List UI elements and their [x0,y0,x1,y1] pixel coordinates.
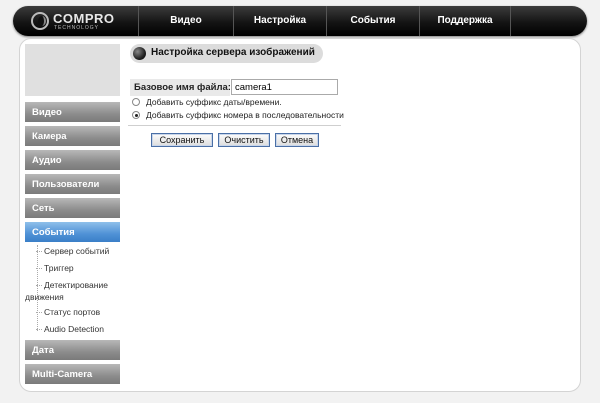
submenu-motion-detection-cont[interactable]: движения [25,291,64,303]
compro-logo[interactable]: COMPRO TECHNOLOGY [31,11,151,33]
sidebar-item-audio[interactable]: Аудио [25,150,120,170]
save-button[interactable]: Сохранить [151,133,213,147]
radio-sequence-label: Добавить суффикс номера в последовательн… [146,110,344,120]
submenu-event-server[interactable]: Сервер событий [35,245,109,257]
main-nav: Видео Настройка События Поддержка [138,6,511,36]
submenu-port-status[interactable]: Статус портов [35,306,100,318]
sidebar-item-camera[interactable]: Камера [25,126,120,146]
radio-sequence-suffix[interactable] [132,111,140,119]
sidebar-header-block [25,44,120,96]
nav-settings[interactable]: Настройка [233,6,326,36]
radio-option-datetime[interactable]: Добавить суффикс даты/времени. [132,96,282,108]
clear-button[interactable]: Очистить [218,133,270,147]
nav-events[interactable]: События [326,6,419,36]
panel-title-bar: Настройка сервера изображений [130,44,323,63]
page-title: Настройка сервера изображений [151,47,315,58]
events-submenu: Сервер событий Триггер Детектирование дв… [25,243,120,335]
submenu-trigger[interactable]: Триггер [36,262,74,274]
sidebar-item-network[interactable]: Сеть [25,198,120,218]
logo-mark-icon [31,12,49,30]
logo-subtitle: TECHNOLOGY [54,25,100,31]
base-name-label: Базовое имя файла: [134,82,231,93]
sidebar-item-events[interactable]: События [25,222,120,242]
cancel-button[interactable]: Отмена [275,133,319,147]
submenu-tree-line [37,245,39,331]
bullet-icon [133,47,146,60]
sidebar-item-multi-camera[interactable]: Multi-Camera [25,364,120,384]
radio-datetime-suffix[interactable] [132,98,140,106]
logo-name: COMPRO [53,11,115,26]
sidebar-item-date[interactable]: Дата [25,340,120,360]
sidebar-item-video[interactable]: Видео [25,102,120,122]
base-name-input[interactable] [231,79,338,95]
submenu-audio-detection[interactable]: Audio Detection [35,323,104,335]
sidebar-item-users[interactable]: Пользователи [25,174,120,194]
top-navigation-bar: COMPRO TECHNOLOGY Видео Настройка Событи… [13,6,587,36]
nav-video[interactable]: Видео [138,6,233,36]
submenu-motion-detection[interactable]: Детектирование [36,279,108,291]
nav-support[interactable]: Поддержка [419,6,511,36]
form-divider [128,125,341,126]
radio-datetime-label: Добавить суффикс даты/времени. [146,97,282,107]
radio-option-sequence[interactable]: Добавить суффикс номера в последовательн… [132,109,344,121]
